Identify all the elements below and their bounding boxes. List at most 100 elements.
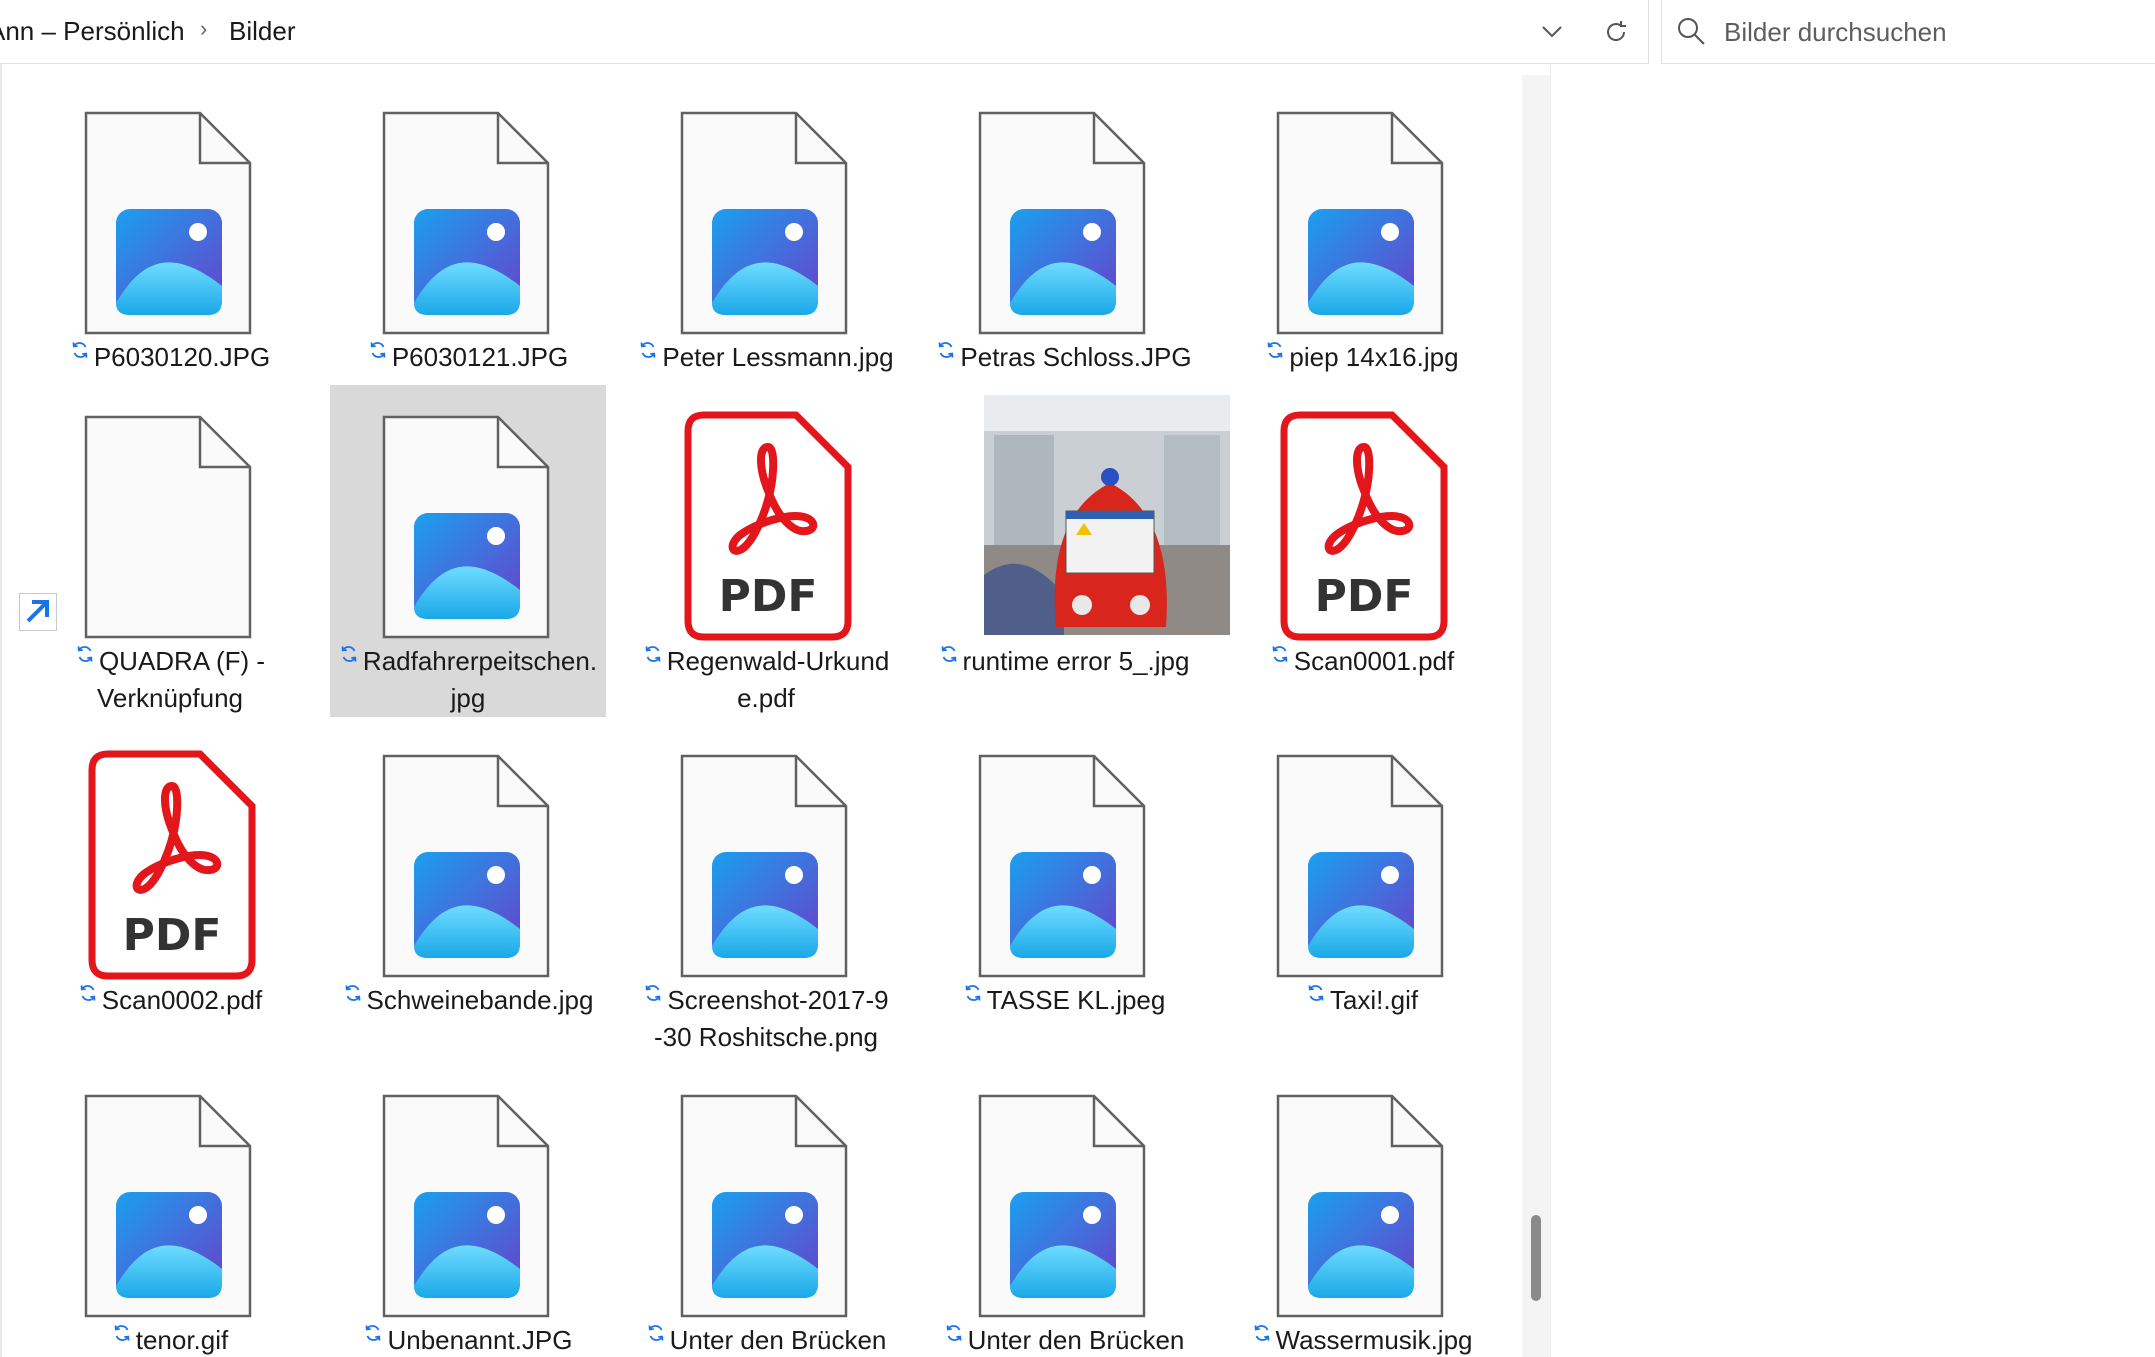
- file-name: Unbenannt.JPG: [330, 1322, 606, 1357]
- sync-status-icon: [1306, 976, 1326, 1013]
- image-file-icon: [926, 1064, 1202, 1322]
- svg-text:PDF: PDF: [1315, 571, 1414, 622]
- file-name-line: jpg: [450, 683, 486, 713]
- file-item[interactable]: Taxi!.gif: [1224, 724, 1500, 1056]
- sync-status-icon: [1252, 1316, 1272, 1353]
- file-item[interactable]: TASSE KL.jpeg: [926, 724, 1202, 1056]
- chevron-right-icon: ›: [200, 16, 208, 41]
- file-name-line: Schweinebande.jpg: [366, 985, 594, 1015]
- file-name-line: -30 Roshitsche.png: [653, 1022, 879, 1052]
- image-file-icon: [330, 1064, 606, 1322]
- file-name-line: Taxi!.gif: [1329, 985, 1419, 1015]
- breadcrumb-current[interactable]: Bilder: [229, 16, 295, 47]
- file-name: piep 14x16.jpg: [1224, 339, 1500, 376]
- file-item[interactable]: QUADRA (F) - Verknüpfung: [19, 385, 308, 717]
- file-name: TASSE KL.jpeg: [926, 982, 1202, 1019]
- file-item[interactable]: piep 14x16.jpg: [1224, 81, 1500, 413]
- breadcrumb-parent[interactable]: Ann – Persönlich: [0, 16, 185, 47]
- file-name: Unter den Brücken: [628, 1322, 904, 1357]
- sync-status-icon: [1265, 333, 1285, 370]
- file-item[interactable]: Unter den Brücken: [926, 1064, 1202, 1357]
- file-item[interactable]: tenor.gif: [32, 1064, 308, 1357]
- sync-status-icon: [368, 333, 388, 370]
- file-name-line: Scan0002.pdf: [101, 985, 263, 1015]
- pdf-file-icon: PDF: [32, 724, 308, 982]
- file-item[interactable]: P6030120.JPG: [32, 81, 308, 413]
- file-item[interactable]: Radfahrerpeitschen. jpg: [330, 385, 606, 717]
- sync-status-icon: [343, 976, 363, 1013]
- file-name: Petras Schloss.JPG: [926, 339, 1202, 376]
- image-file-icon: [926, 724, 1202, 982]
- file-name-line: Wassermusik.jpg: [1275, 1325, 1473, 1355]
- file-item[interactable]: PDF Scan0001.pdf: [1224, 385, 1500, 717]
- file-name-line: Verknüpfung: [96, 683, 243, 713]
- file-item[interactable]: PDF Regenwald-Urkund e.pdf: [628, 385, 904, 717]
- file-item[interactable]: Screenshot-2017-9 -30 Roshitsche.png: [628, 724, 904, 1056]
- sync-status-icon: [363, 1316, 383, 1353]
- file-name: Taxi!.gif: [1224, 982, 1500, 1019]
- file-name-line: piep 14x16.jpg: [1289, 342, 1459, 372]
- file-name: Radfahrerpeitschen. jpg: [330, 643, 606, 717]
- file-name: Screenshot-2017-9 -30 Roshitsche.png: [628, 982, 904, 1056]
- top-bar: Ann – Persönlich › Bilder: [0, 0, 2155, 64]
- file-name-line: runtime error 5_.jpg: [962, 646, 1190, 676]
- file-name: Regenwald-Urkund e.pdf: [628, 643, 904, 717]
- file-item[interactable]: Wassermusik.jpg: [1224, 1064, 1500, 1357]
- details-pane: [1550, 64, 2155, 1357]
- sync-status-icon: [646, 1316, 666, 1353]
- search-box[interactable]: [1661, 0, 2155, 64]
- image-file-icon: [32, 1064, 308, 1322]
- sync-status-icon: [112, 1316, 132, 1353]
- file-name-line: QUADRA (F) -: [98, 646, 266, 676]
- file-name-line: Screenshot-2017-9: [667, 985, 889, 1015]
- vertical-scrollbar[interactable]: [1522, 75, 1550, 1357]
- file-name-line: TASSE KL.jpeg: [986, 985, 1166, 1015]
- file-name-line: Unter den Brücken: [967, 1325, 1185, 1355]
- svg-text:PDF: PDF: [719, 571, 818, 622]
- file-name: Schweinebande.jpg: [330, 982, 606, 1019]
- file-item[interactable]: Peter Lessmann.jpg: [628, 81, 904, 413]
- sync-status-icon: [643, 976, 663, 1013]
- search-input[interactable]: [1722, 10, 2146, 54]
- file-item[interactable]: PDF Scan0002.pdf: [32, 724, 308, 1056]
- address-bar[interactable]: Ann – Persönlich › Bilder: [0, 0, 1649, 64]
- blank-file-icon: [32, 385, 308, 643]
- image-file-icon: [330, 385, 606, 643]
- sync-status-icon: [963, 976, 983, 1013]
- image-file-icon: [32, 81, 308, 339]
- sync-status-icon: [939, 637, 959, 674]
- svg-text:PDF: PDF: [123, 910, 222, 961]
- image-file-icon: [628, 81, 904, 339]
- file-item[interactable]: Unter den Brücken: [628, 1064, 904, 1357]
- shortcut-arrow-icon: [19, 593, 57, 631]
- file-name: Scan0002.pdf: [32, 982, 308, 1019]
- file-name-line: Peter Lessmann.jpg: [662, 342, 894, 372]
- file-grid[interactable]: P6030120.JPG P6030121.JPG Peter Lessmann.j…: [0, 64, 1530, 1357]
- file-item[interactable]: runtime error 5_.jpg: [926, 385, 1230, 717]
- image-file-icon: [628, 1064, 904, 1322]
- image-file-icon: [628, 724, 904, 982]
- file-item[interactable]: Petras Schloss.JPG: [926, 81, 1202, 413]
- image-file-icon: [1224, 724, 1500, 982]
- file-name-line: Regenwald-Urkund: [666, 646, 890, 676]
- file-name: Peter Lessmann.jpg: [628, 339, 904, 376]
- file-item[interactable]: Schweinebande.jpg: [330, 724, 606, 1056]
- image-file-icon: [1224, 81, 1500, 339]
- file-name: Unter den Brücken: [926, 1322, 1202, 1357]
- image-file-icon: [330, 724, 606, 982]
- sync-status-icon: [643, 637, 663, 674]
- refresh-icon[interactable]: [1596, 12, 1636, 52]
- chevron-down-icon[interactable]: [1532, 12, 1572, 52]
- search-icon: [1676, 16, 1706, 51]
- file-item[interactable]: P6030121.JPG: [330, 81, 606, 413]
- file-name: QUADRA (F) - Verknüpfung: [32, 643, 308, 717]
- sync-status-icon: [70, 333, 90, 370]
- file-name-line: P6030121.JPG: [391, 342, 569, 372]
- file-name-line: Scan0001.pdf: [1293, 646, 1455, 676]
- file-name: runtime error 5_.jpg: [926, 643, 1202, 680]
- file-name-line: e.pdf: [737, 683, 795, 713]
- pdf-file-icon: PDF: [628, 385, 904, 643]
- file-name-line: Petras Schloss.JPG: [960, 342, 1192, 372]
- scrollbar-thumb[interactable]: [1531, 1215, 1541, 1301]
- file-item[interactable]: Unbenannt.JPG: [330, 1064, 606, 1357]
